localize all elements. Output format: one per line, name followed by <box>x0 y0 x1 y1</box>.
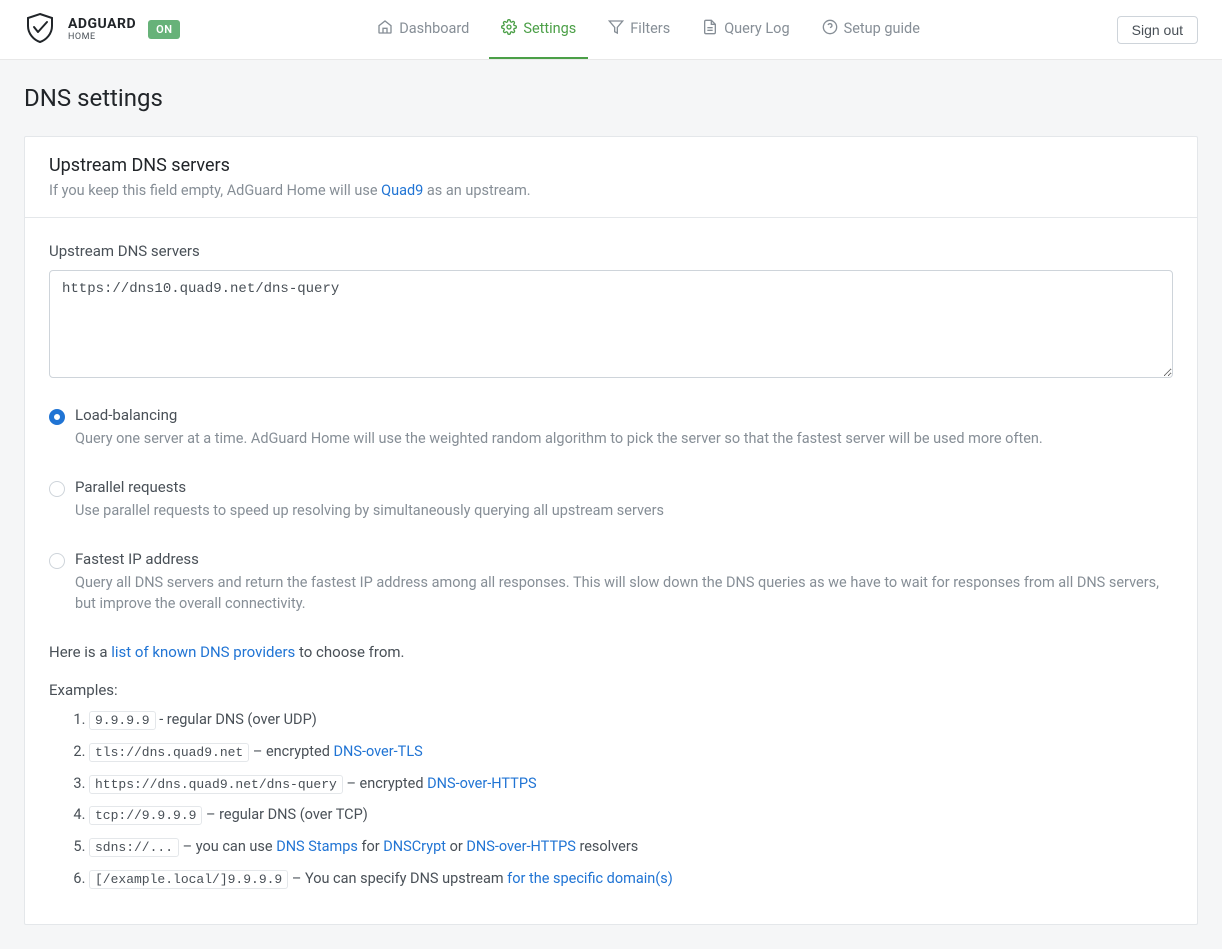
brand-name: ADGUARD <box>68 17 136 31</box>
radio-load-balancing[interactable]: Load-balancing Query one server at a tim… <box>49 406 1173 450</box>
radio-fastest[interactable]: Fastest IP address Query all DNS servers… <box>49 550 1173 616</box>
list-item: https://dns.quad9.net/dns-query – encryp… <box>89 773 1173 795</box>
upstream-card: Upstream DNS servers If you keep this fi… <box>24 136 1198 925</box>
providers-link[interactable]: list of known DNS providers <box>111 643 295 661</box>
card-body: Upstream DNS servers Load-balancing Quer… <box>25 218 1197 924</box>
main-nav: Dashboard Settings Filters Query Log Set… <box>365 0 932 59</box>
home-icon <box>377 19 393 39</box>
example-code: tls://dns.quad9.net <box>89 743 249 762</box>
nav-label: Filters <box>630 20 670 37</box>
shield-icon <box>24 12 56 48</box>
radio-indicator[interactable] <box>49 553 65 569</box>
example-code: https://dns.quad9.net/dns-query <box>89 775 343 794</box>
brand-sub: HOME <box>68 33 136 42</box>
list-item: [/example.local/]9.9.9.9 – You can speci… <box>89 868 1173 890</box>
radio-indicator[interactable] <box>49 409 65 425</box>
example-code: sdns://... <box>89 838 179 857</box>
upstream-input[interactable] <box>49 270 1173 378</box>
logo-group: ADGUARD HOME ON <box>24 12 180 48</box>
nav-filters[interactable]: Filters <box>596 0 682 59</box>
list-item: 9.9.9.9 - regular DNS (over UDP) <box>89 709 1173 731</box>
quad9-link[interactable]: Quad9 <box>381 182 423 199</box>
app-header: ADGUARD HOME ON Dashboard Settings Filte… <box>0 0 1222 60</box>
nav-label: Setup guide <box>844 20 920 37</box>
card-header: Upstream DNS servers If you keep this fi… <box>25 137 1197 218</box>
logo-text: ADGUARD HOME <box>68 17 136 42</box>
nav-label: Query Log <box>724 20 789 37</box>
upstream-label: Upstream DNS servers <box>49 242 1173 260</box>
card-description: If you keep this field empty, AdGuard Ho… <box>49 182 1173 199</box>
status-badge: ON <box>148 20 180 39</box>
radio-title: Fastest IP address <box>75 550 1173 568</box>
specific-domain-link[interactable]: for the specific domain(s) <box>507 870 673 887</box>
nav-setup-guide[interactable]: Setup guide <box>810 0 932 59</box>
nav-settings[interactable]: Settings <box>489 0 588 59</box>
examples-list: 9.9.9.9 - regular DNS (over UDP) tls://d… <box>49 709 1173 890</box>
radio-title: Parallel requests <box>75 478 664 496</box>
filter-icon <box>608 19 624 39</box>
list-item: sdns://... – you can use DNS Stamps for … <box>89 836 1173 858</box>
examples-label: Examples: <box>49 681 1173 699</box>
example-code: tcp://9.9.9.9 <box>89 806 202 825</box>
radio-indicator[interactable] <box>49 481 65 497</box>
radio-desc: Use parallel requests to speed up resolv… <box>75 500 664 522</box>
sign-out-button[interactable]: Sign out <box>1117 16 1198 44</box>
dnscrypt-link[interactable]: DNSCrypt <box>383 838 446 855</box>
radio-desc: Query one server at a time. AdGuard Home… <box>75 428 1043 450</box>
nav-label: Dashboard <box>399 20 469 37</box>
providers-text: Here is a list of known DNS providers to… <box>49 643 1173 661</box>
radio-title: Load-balancing <box>75 406 1043 424</box>
card-title: Upstream DNS servers <box>49 155 1173 176</box>
example-code: 9.9.9.9 <box>89 711 156 730</box>
page-title: DNS settings <box>24 84 1198 112</box>
dns-over-https-link[interactable]: DNS-over-HTTPS <box>427 775 537 792</box>
nav-label: Settings <box>523 20 576 37</box>
list-item: tcp://9.9.9.9 – regular DNS (over TCP) <box>89 804 1173 826</box>
page-content: DNS settings Upstream DNS servers If you… <box>0 60 1222 949</box>
gear-icon <box>501 19 517 39</box>
dns-over-https-link-2[interactable]: DNS-over-HTTPS <box>466 838 576 855</box>
mode-radio-group: Load-balancing Query one server at a tim… <box>49 406 1173 615</box>
example-code: [/example.local/]9.9.9.9 <box>89 870 288 889</box>
dns-over-tls-link[interactable]: DNS-over-TLS <box>333 743 422 760</box>
radio-desc: Query all DNS servers and return the fas… <box>75 572 1173 616</box>
file-icon <box>702 19 718 39</box>
dns-stamps-link[interactable]: DNS Stamps <box>276 838 358 855</box>
nav-dashboard[interactable]: Dashboard <box>365 0 481 59</box>
nav-query-log[interactable]: Query Log <box>690 0 801 59</box>
help-icon <box>822 19 838 39</box>
list-item: tls://dns.quad9.net – encrypted DNS-over… <box>89 741 1173 763</box>
radio-parallel[interactable]: Parallel requests Use parallel requests … <box>49 478 1173 522</box>
